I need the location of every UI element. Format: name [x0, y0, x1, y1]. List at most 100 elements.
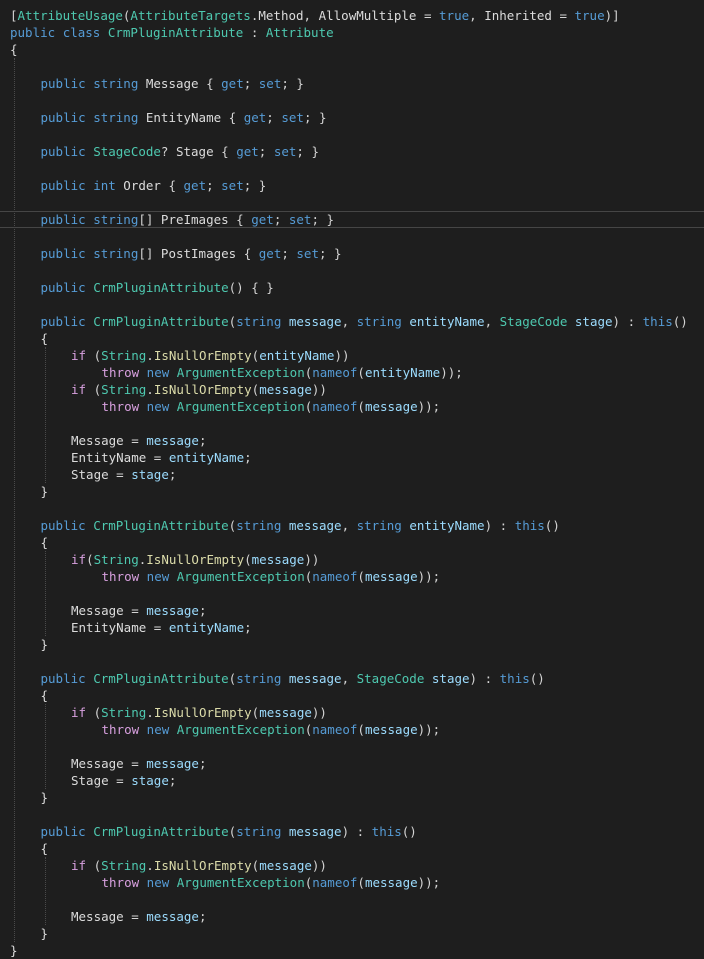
punctuation-token: : [243, 25, 266, 40]
punctuation-token: )); [417, 875, 441, 890]
punctuation-token: [ [10, 8, 18, 23]
code-line: throw new ArgumentException(nameof(messa… [0, 398, 704, 415]
keyword-token: public [40, 212, 86, 227]
method-token: IsNullOrEmpty [153, 705, 252, 720]
punctuation-token: ; } [303, 110, 327, 125]
punctuation-token: )) [311, 382, 327, 397]
keyword-token: get [243, 110, 267, 125]
parameter-token: message [146, 756, 199, 771]
parameter-token: message [259, 858, 312, 873]
parameter-token: entityName [259, 348, 335, 363]
keyword-token: string [236, 518, 282, 533]
punctuation-token: ; [281, 246, 297, 261]
punctuation-token [281, 314, 289, 329]
punctuation-token [424, 671, 432, 686]
code-line: public string[] PostImages { get; set; } [0, 245, 704, 262]
method-token: IsNullOrEmpty [153, 858, 252, 873]
keyword-token: nameof [312, 399, 358, 414]
type-token: AttributeTargets [130, 8, 251, 23]
method-token: IsNullOrEmpty [153, 382, 252, 397]
punctuation-token: ( [86, 858, 102, 873]
keyword-token: string [93, 76, 139, 91]
punctuation-token: ( [357, 365, 365, 380]
punctuation-token [139, 875, 147, 890]
keyword-token: set [258, 76, 282, 91]
parameter-token: message [288, 671, 342, 686]
punctuation-token: ( [244, 552, 252, 567]
identifier-token: Message [145, 76, 199, 91]
punctuation-token [169, 875, 177, 890]
type-token: CrmPluginAttribute [107, 25, 244, 40]
keyword-token: get [251, 212, 274, 227]
punctuation-token [281, 671, 289, 686]
keyword-token: this [371, 824, 402, 839]
keyword-token: get [183, 178, 207, 193]
parameter-token: stage [574, 314, 613, 329]
code-line: Message = message; [0, 602, 704, 619]
punctuation-token: = [416, 8, 440, 23]
code-line: public string EntityName { get; set; } [0, 109, 704, 126]
punctuation-token [169, 365, 177, 380]
punctuation-token: = [123, 433, 147, 448]
identifier-token: Order [123, 178, 161, 193]
keyword-token: new [146, 365, 170, 380]
code-line: { [0, 41, 704, 58]
parameter-token: message [259, 705, 312, 720]
parameter-token: message [364, 399, 418, 414]
punctuation-token: ( [86, 382, 102, 397]
punctuation-token: ; [168, 467, 177, 482]
punctuation-token: { [236, 246, 259, 261]
identifier-token: Inherited [484, 8, 552, 23]
code-line: } [0, 942, 704, 959]
code-line: public string Message { get; set; } [0, 75, 704, 92]
type-token: StageCode [93, 144, 161, 159]
punctuation-token: = [108, 467, 132, 482]
type-token: ArgumentException [176, 365, 305, 380]
keyword-token: new [146, 399, 170, 414]
brace-token: } [10, 943, 18, 958]
punctuation-token [100, 25, 108, 40]
keyword-token: public [40, 76, 86, 91]
punctuation-token: )); [417, 399, 441, 414]
parameter-token: message [288, 314, 342, 329]
parameter-token: message [146, 909, 199, 924]
code-line: EntityName = entityName; [0, 449, 704, 466]
keyword-token: public [40, 314, 86, 329]
keyword-token: nameof [312, 365, 358, 380]
code-editor[interactable]: [AttributeUsage (AttributeTargets. Method,… [0, 0, 704, 958]
code-line: EntityName = entityName; [0, 619, 704, 636]
punctuation-token: ( [357, 875, 365, 890]
punctuation-token: . [146, 858, 154, 873]
type-token: CrmPluginAttribute [93, 280, 229, 295]
code-line: { [0, 534, 704, 551]
brace-token: { [10, 42, 18, 57]
code-line: public int Order { get; set; } [0, 177, 704, 194]
code-line: { [0, 840, 704, 857]
code-line: Stage = stage; [0, 466, 704, 483]
keyword-token: public [40, 824, 86, 839]
punctuation-token [169, 399, 177, 414]
code-line: throw new ArgumentException(nameof(messa… [0, 874, 704, 891]
keyword-token: class [62, 25, 101, 40]
punctuation-token: )) [304, 552, 320, 567]
parameter-token: message [146, 603, 199, 618]
code-line: { [0, 330, 704, 347]
code-line: public CrmPluginAttribute(string message… [0, 517, 704, 534]
punctuation-token: () [529, 671, 545, 686]
code-line: } [0, 483, 704, 500]
punctuation-token: { [198, 76, 222, 91]
punctuation-token [281, 824, 289, 839]
code-line: public CrmPluginAttribute() { } [0, 279, 704, 296]
punctuation-token: . [146, 382, 154, 397]
punctuation-token: = [108, 773, 132, 788]
control-keyword-token: throw [101, 722, 140, 737]
punctuation-token: ; [273, 212, 289, 227]
control-keyword-token: throw [101, 569, 140, 584]
punctuation-token: ( [357, 569, 365, 584]
punctuation-token: ; [198, 433, 207, 448]
punctuation-token [139, 365, 147, 380]
punctuation-token: = [123, 909, 147, 924]
code-line: throw new ArgumentException(nameof(messa… [0, 568, 704, 585]
type-token: ArgumentException [176, 875, 305, 890]
punctuation-token: ) : [612, 314, 643, 329]
